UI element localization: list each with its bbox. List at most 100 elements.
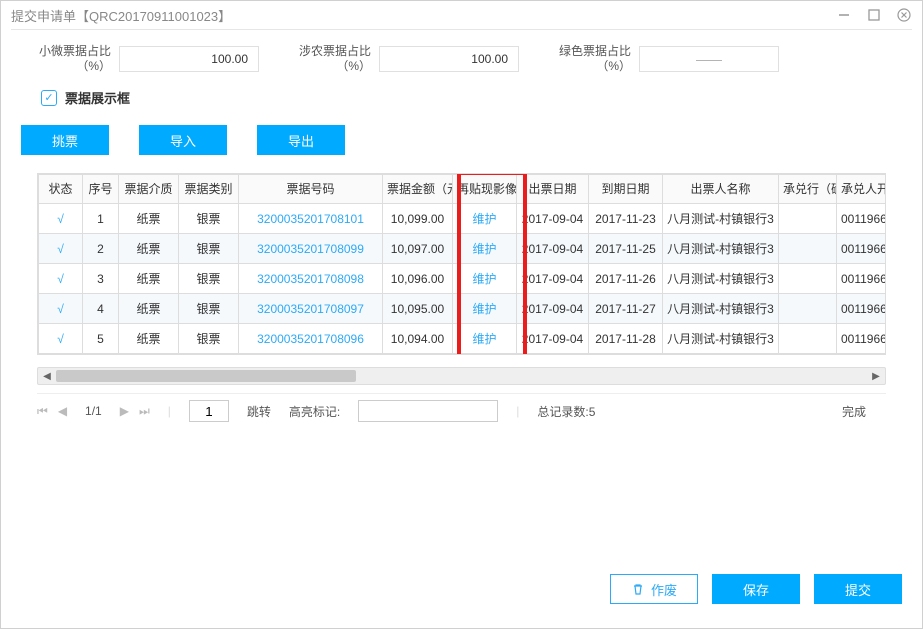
submit-button[interactable]: 提交 [814, 574, 902, 604]
app-window: 提交申请单【QRC20170911001023】 小微票据占比（%） 涉农票据占… [0, 0, 923, 629]
scroll-thumb[interactable] [56, 370, 356, 382]
cell-amount: 10,097.00 [383, 234, 453, 264]
pick-button[interactable]: 挑票 [21, 125, 109, 155]
cell-number[interactable]: 3200035201708097 [239, 294, 383, 324]
cell-type: 银票 [179, 264, 239, 294]
col-type[interactable]: 票据类别 [179, 175, 239, 204]
scroll-right-icon[interactable]: ▶ [867, 368, 885, 384]
cell-seq: 5 [83, 324, 119, 354]
pager-nav2: ▶ ⏭ [120, 404, 150, 419]
close-icon[interactable] [896, 7, 912, 23]
ratio-small-label: 小微票据占比（%） [29, 44, 111, 74]
cell-number[interactable]: 3200035201708099 [239, 234, 383, 264]
pager-highlight-label: 高亮标记: [289, 403, 340, 420]
titlebar-controls [836, 7, 912, 23]
ratio-green: 绿色票据占比（%） —— [549, 44, 779, 74]
pager-last-icon[interactable]: ⏭ [139, 404, 150, 419]
pager-divider2: | [516, 404, 519, 418]
cell-due: 2017-11-23 [589, 204, 663, 234]
cell-type: 银票 [179, 324, 239, 354]
cell-number[interactable]: 3200035201708098 [239, 264, 383, 294]
cell-amount: 10,099.00 [383, 204, 453, 234]
pager-jump-label[interactable]: 跳转 [247, 403, 271, 420]
cell-issue: 2017-09-04 [517, 234, 589, 264]
col-accbank[interactable]: 承兑行（确认）名称 [779, 175, 837, 204]
cell-drawer: 八月测试-村镇银行3 [663, 234, 779, 264]
pager-nav: ⏮ ◀ [37, 404, 67, 419]
col-accnum[interactable]: 承兑人开户行行号 [837, 175, 887, 204]
pager-done: 完成 [842, 403, 866, 420]
toolbar: 挑票 导入 导出 [1, 115, 922, 173]
col-seq[interactable]: 序号 [83, 175, 119, 204]
table-row[interactable]: √3纸票银票320003520170809810,096.00维护2017-09… [39, 264, 887, 294]
col-issue[interactable]: 出票日期 [517, 175, 589, 204]
col-number[interactable]: 票据号码 [239, 175, 383, 204]
ratio-green-input[interactable]: —— [639, 46, 779, 72]
cell-accbank [779, 294, 837, 324]
pager-first-icon[interactable]: ⏮ [37, 404, 48, 419]
ratio-small-input[interactable] [119, 46, 259, 72]
cell-type: 银票 [179, 294, 239, 324]
pager-divider: | [168, 404, 171, 418]
cell-issue: 2017-09-04 [517, 204, 589, 234]
pager-prev-icon[interactable]: ◀ [58, 404, 67, 419]
cell-status: √ [39, 324, 83, 354]
cell-accnum: 001196615005 [837, 234, 887, 264]
table-row[interactable]: √4纸票银票320003520170809710,095.00维护2017-09… [39, 294, 887, 324]
pager-next-icon[interactable]: ▶ [120, 404, 129, 419]
import-button[interactable]: 导入 [139, 125, 227, 155]
cell-status: √ [39, 234, 83, 264]
cell-accnum: 001196615005 [837, 204, 887, 234]
table-row[interactable]: √2纸票银票320003520170809910,097.00维护2017-09… [39, 234, 887, 264]
col-drawer[interactable]: 出票人名称 [663, 175, 779, 204]
cell-status: √ [39, 294, 83, 324]
col-status[interactable]: 状态 [39, 175, 83, 204]
save-button[interactable]: 保存 [712, 574, 800, 604]
cell-status: √ [39, 264, 83, 294]
cell-image-link[interactable]: 维护 [453, 204, 517, 234]
scroll-left-icon[interactable]: ◀ [38, 368, 56, 384]
cell-accbank [779, 324, 837, 354]
cell-accnum: 001196615005 [837, 294, 887, 324]
export-button[interactable]: 导出 [257, 125, 345, 155]
cell-seq: 2 [83, 234, 119, 264]
pager-page-input[interactable] [189, 400, 229, 422]
data-table: 状态 序号 票据介质 票据类别 票据号码 票据金额（元） 再贴现影像 出票日期 … [38, 174, 886, 354]
data-table-wrap: 状态 序号 票据介质 票据类别 票据号码 票据金额（元） 再贴现影像 出票日期 … [37, 173, 886, 355]
col-media[interactable]: 票据介质 [119, 175, 179, 204]
cell-media: 纸票 [119, 204, 179, 234]
cell-due: 2017-11-26 [589, 264, 663, 294]
cell-image-link[interactable]: 维护 [453, 294, 517, 324]
discard-button[interactable]: 作废 [610, 574, 698, 604]
cell-issue: 2017-09-04 [517, 264, 589, 294]
cell-seq: 1 [83, 204, 119, 234]
table-row[interactable]: √5纸票银票320003520170809610,094.00维护2017-09… [39, 324, 887, 354]
cell-type: 银票 [179, 234, 239, 264]
ratio-agri-label: 涉农票据占比（%） [289, 44, 371, 74]
window-title: 提交申请单【QRC20170911001023】 [11, 6, 231, 25]
col-amount[interactable]: 票据金额（元） [383, 175, 453, 204]
col-due[interactable]: 到期日期 [589, 175, 663, 204]
cell-amount: 10,096.00 [383, 264, 453, 294]
ratio-agri: 涉农票据占比（%） [289, 44, 519, 74]
col-image[interactable]: 再贴现影像 [453, 175, 517, 204]
section-checkbox[interactable]: ✓ [41, 90, 57, 106]
cell-number[interactable]: 3200035201708101 [239, 204, 383, 234]
cell-type: 银票 [179, 204, 239, 234]
titlebar: 提交申请单【QRC20170911001023】 [1, 1, 922, 29]
ratio-green-label: 绿色票据占比（%） [549, 44, 631, 74]
cell-image-link[interactable]: 维护 [453, 234, 517, 264]
cell-amount: 10,094.00 [383, 324, 453, 354]
maximize-icon[interactable] [866, 7, 882, 23]
cell-image-link[interactable]: 维护 [453, 324, 517, 354]
ratio-agri-input[interactable] [379, 46, 519, 72]
cell-drawer: 八月测试-村镇银行3 [663, 324, 779, 354]
pager-highlight-input[interactable] [358, 400, 498, 422]
cell-drawer: 八月测试-村镇银行3 [663, 294, 779, 324]
minimize-icon[interactable] [836, 7, 852, 23]
cell-number[interactable]: 3200035201708096 [239, 324, 383, 354]
table-row[interactable]: √1纸票银票320003520170810110,099.00维护2017-09… [39, 204, 887, 234]
cell-image-link[interactable]: 维护 [453, 264, 517, 294]
ratio-row: 小微票据占比（%） 涉农票据占比（%） 绿色票据占比（%） —— [1, 30, 922, 84]
horizontal-scrollbar[interactable]: ◀ ▶ [37, 367, 886, 385]
